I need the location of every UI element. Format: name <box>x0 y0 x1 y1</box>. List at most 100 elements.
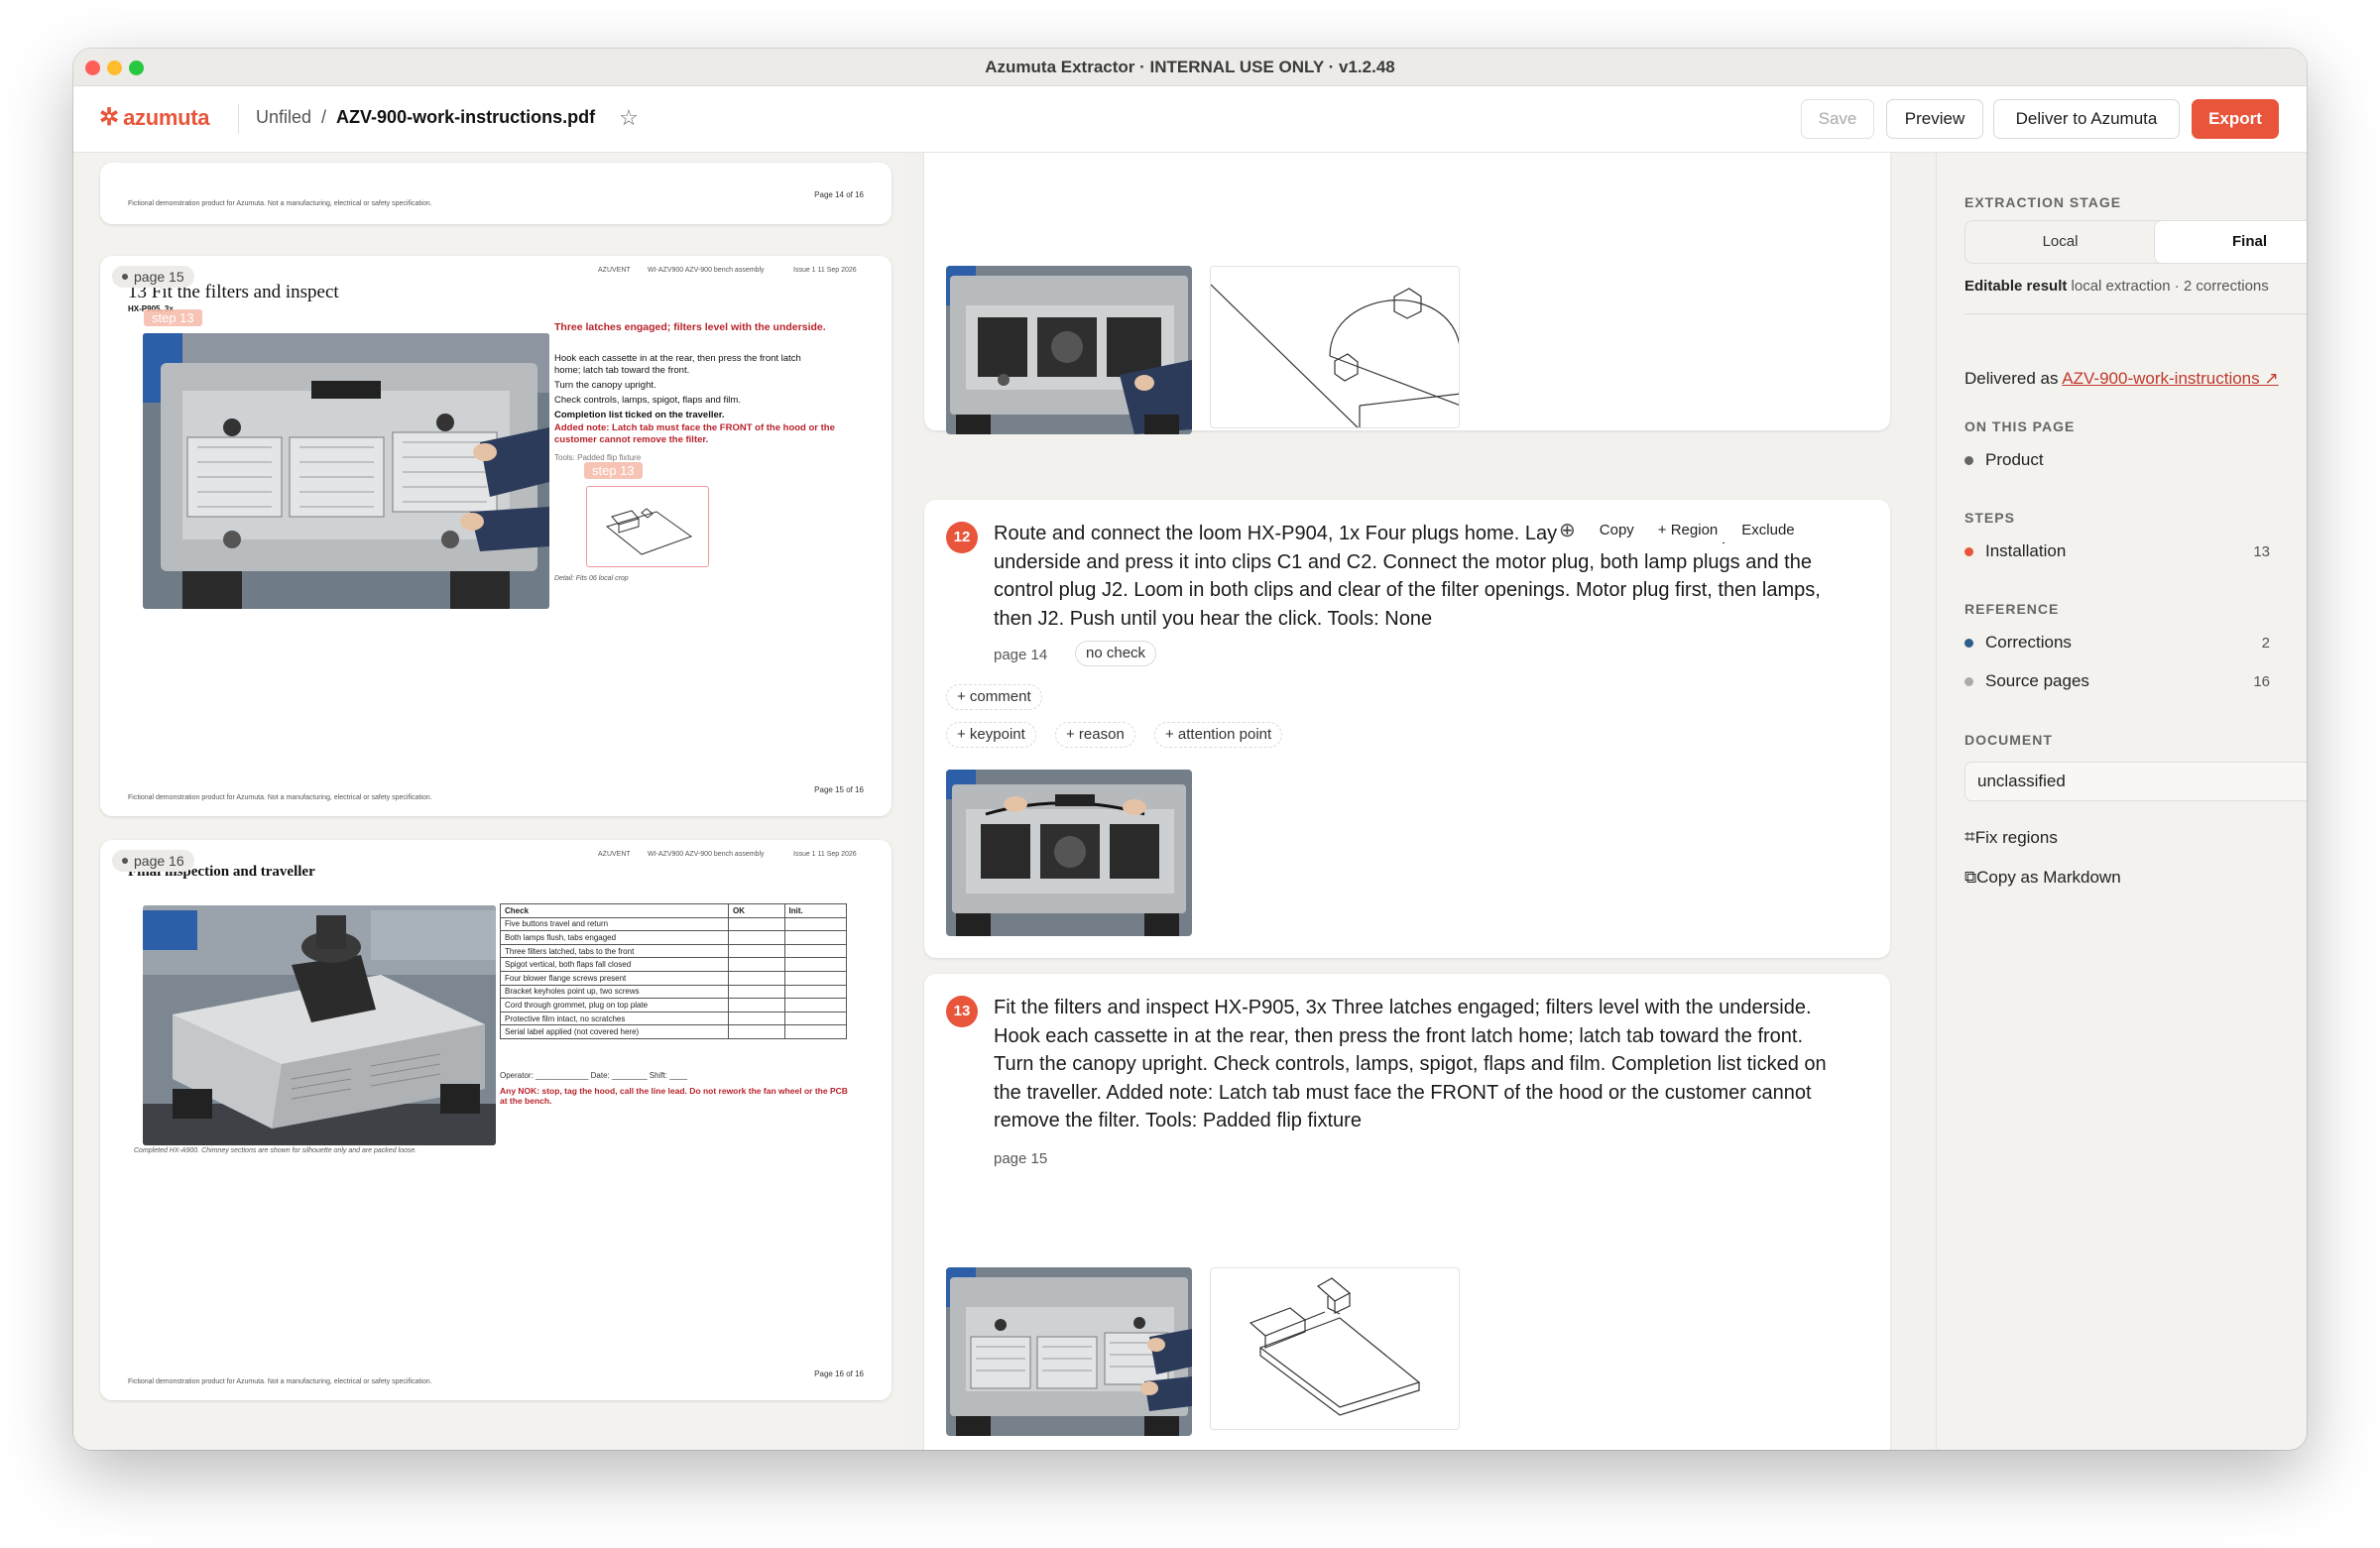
add-region-button[interactable]: + Region <box>1658 522 1718 538</box>
pdf-page-15[interactable]: AZUVENT WI-AZV900 AZV-900 bench assembly… <box>100 256 892 816</box>
right-sidebar: EXTRACTION STAGE Local Final Editable re… <box>1936 153 2307 1450</box>
document-section-label: DOCUMENT <box>1964 732 2053 748</box>
table-cell-check: Spigot vertical, both flaps fall closed <box>500 957 729 972</box>
table-cell-init <box>783 930 847 945</box>
page16-header-issue: Issue 1 11 Sep 2026 <box>793 851 857 858</box>
fix-regions-label: Fix regions <box>1974 828 2058 847</box>
deliver-button[interactable]: Deliver to Azumuta <box>1993 99 2180 139</box>
page16-header-company: AZUVENT <box>598 851 631 858</box>
sidebar-item-source-pages[interactable]: Source pages 16 <box>1964 671 2270 691</box>
table-cell-check: Four blower flange screws present <box>500 970 729 986</box>
page16-caption: Completed HX-A900. Chimney sections are … <box>134 1147 417 1154</box>
fix-regions-button[interactable]: ⌗ Fix regions <box>1964 827 2058 849</box>
step-tag[interactable]: step 13 <box>144 309 202 326</box>
step-11-photo[interactable] <box>946 266 1192 434</box>
reference-section-label: REFERENCE <box>1964 601 2060 617</box>
exclude-button[interactable]: Exclude <box>1741 522 1794 538</box>
title-bar: Azumuta Extractor · INTERNAL USE ONLY · … <box>73 49 2307 86</box>
table-cell-ok <box>728 943 785 959</box>
table-row: Bracket keyholes point up, two screws <box>500 984 847 1000</box>
breadcrumb-folder[interactable]: Unfiled <box>256 107 311 128</box>
table-cell-init <box>783 916 847 932</box>
step-card-12[interactable]: 12 Route and connect the loom HX-P904, 1… <box>924 500 1890 958</box>
logo[interactable]: ✲ azumuta <box>99 104 210 132</box>
document-type-field[interactable]: unclassified <box>1964 762 2307 801</box>
target-icon[interactable]: ⊕ <box>1559 518 1576 542</box>
export-button[interactable]: Export <box>2192 99 2279 139</box>
save-button[interactable]: Save <box>1801 99 1874 139</box>
sidebar-item-product[interactable]: Product <box>1964 450 2270 470</box>
pdf-page-16[interactable]: AZUVENT WI-AZV900 AZV-900 bench assembly… <box>100 840 892 1400</box>
table-cell-init <box>783 998 847 1012</box>
table-cell-ok <box>728 930 785 945</box>
add-reason-button[interactable]: + reason <box>1055 722 1135 748</box>
breadcrumb-file: AZV-900-work-instructions.pdf <box>336 107 596 127</box>
installation-dot-icon <box>1964 546 1973 556</box>
grid-icon: ⌗ <box>1964 827 1975 848</box>
copy-button[interactable]: Copy <box>1600 522 1634 538</box>
step-tag-detail[interactable]: step 13 <box>584 462 643 479</box>
pdf-page-14[interactable]: Fictional demonstration product for Azum… <box>100 163 892 224</box>
table-row: Three filters latched, tabs to the front <box>500 943 847 959</box>
table-cell-ok <box>728 970 785 986</box>
stage-option-final[interactable]: Final <box>2155 221 2307 263</box>
step-13-text[interactable]: Fit the filters and inspect HX-P905, 3x … <box>994 994 1846 1135</box>
sidebar-item-label: Product <box>1985 450 2044 469</box>
installation-count: 13 <box>2253 542 2270 560</box>
editable-result-label: Editable result <box>1964 278 2068 295</box>
copy-markdown-button[interactable]: ⧉ Copy as Markdown <box>1964 868 2121 888</box>
table-row: Protective film intact, no scratches <box>500 1011 847 1026</box>
pdf-preview-pane[interactable]: Fictional demonstration product for Azum… <box>73 153 904 1450</box>
page15-footer-left: Fictional demonstration product for Azum… <box>128 794 432 801</box>
no-check-chip[interactable]: no check <box>1075 641 1157 666</box>
add-comment-button[interactable]: + comment <box>946 684 1042 710</box>
table-cell-ok <box>728 916 785 932</box>
stage-option-local[interactable]: Local <box>1965 221 2155 263</box>
page15-header-company: AZUVENT <box>598 267 631 274</box>
preview-button[interactable]: Preview <box>1886 99 1983 139</box>
sidebar-item-installation[interactable]: Installation 13 <box>1964 541 2270 561</box>
table-cell-check: Both lamps flush, tabs engaged <box>500 930 729 945</box>
app-window: Azumuta Extractor · INTERNAL USE ONLY · … <box>73 49 2307 1450</box>
page16-footer-right: Page 16 of 16 <box>814 1369 864 1378</box>
minimize-window-button[interactable] <box>107 60 122 75</box>
sidebar-divider <box>1964 313 2307 314</box>
step-13-drawing[interactable] <box>1210 1267 1460 1430</box>
stage-toggle[interactable]: Local Final <box>1964 220 2307 264</box>
inspection-table: Check OK Init. Five buttons travel and r… <box>500 903 847 1039</box>
star-icon[interactable]: ☆ <box>619 106 639 128</box>
step-13-page[interactable]: page 15 <box>994 1150 1047 1167</box>
step-12-photo[interactable] <box>946 770 1192 936</box>
nok-note: Any NOK: stop, tag the hood, call the li… <box>500 1086 848 1106</box>
page15-red-note: Added note: Latch tab must face the FRON… <box>554 422 835 445</box>
app-header: ✲ azumuta Unfiled / AZV-900-work-instruc… <box>73 86 2307 153</box>
delivered-as: Delivered as AZV-900-work-instructions ↗ <box>1964 369 2279 389</box>
close-window-button[interactable] <box>85 60 100 75</box>
table-cell-init <box>783 957 847 972</box>
step-card-11[interactable] <box>924 153 1890 434</box>
table-row: Serial label applied (not covered here) <box>500 1024 847 1039</box>
sidebar-item-label: Installation <box>1985 541 2067 560</box>
step-13-photo[interactable] <box>946 1267 1192 1436</box>
page15-line-2: home; latch tab toward the front. <box>554 365 690 376</box>
table-row: Five buttons travel and return <box>500 916 847 932</box>
table-row: Four blower flange screws present <box>500 970 847 986</box>
signoff-line: Operator: ____________ Date: ________ Sh… <box>500 1071 688 1080</box>
page15-line-3: Turn the canopy upright. <box>554 380 656 391</box>
sidebar-item-corrections[interactable]: Corrections 2 <box>1964 633 2270 653</box>
page14-footer-left: Fictional demonstration product for Azum… <box>128 200 432 207</box>
delivered-link[interactable]: AZV-900-work-instructions ↗ <box>2062 369 2278 388</box>
table-cell-ok <box>728 957 785 972</box>
completed-hood-photo <box>143 905 496 1145</box>
table-cell-check: Five buttons travel and return <box>500 916 729 932</box>
add-attention-point-button[interactable]: + attention point <box>1154 722 1283 748</box>
source-pages-dot-icon <box>1964 676 1973 686</box>
step-card-13[interactable]: 13 Fit the filters and inspect HX-P905, … <box>924 974 1890 1450</box>
step-11-drawing[interactable] <box>1210 266 1460 428</box>
steps-pane[interactable]: 12 Route and connect the loom HX-P904, 1… <box>904 153 1936 1450</box>
step-number-badge: 13 <box>946 996 978 1027</box>
add-keypoint-button[interactable]: + keypoint <box>946 722 1036 748</box>
step-12-page[interactable]: page 14 <box>994 647 1047 663</box>
maximize-window-button[interactable] <box>129 60 144 75</box>
sidebar-item-label: Source pages <box>1985 671 2089 690</box>
